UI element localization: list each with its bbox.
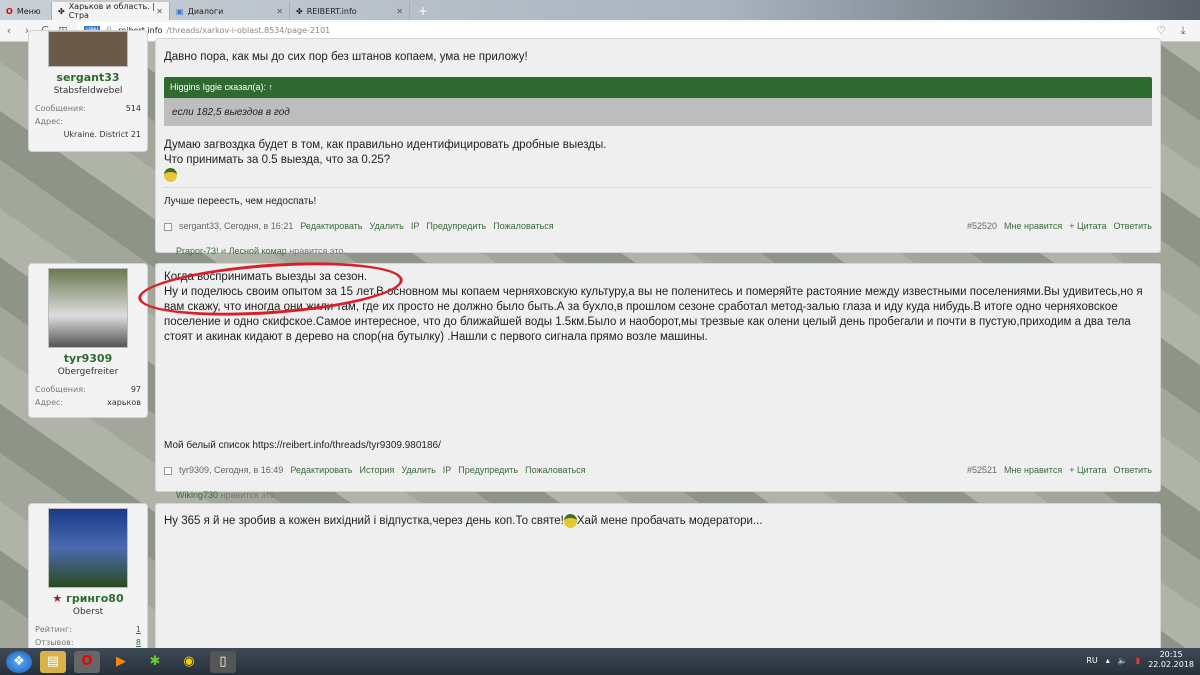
warn-link[interactable]: Предупредить bbox=[426, 219, 486, 234]
username-link[interactable]: ★ гринго80 bbox=[35, 592, 141, 605]
report-link[interactable]: Пожаловаться bbox=[493, 219, 553, 234]
avatar[interactable] bbox=[48, 508, 128, 588]
close-tab-icon[interactable]: ✕ bbox=[396, 7, 403, 16]
site-icon: ✤ bbox=[296, 6, 303, 16]
url-input[interactable]: VPN 🔒 reibert.info/threads/xarkov-i-obla… bbox=[78, 21, 1160, 40]
reply-link[interactable]: Ответить bbox=[1114, 463, 1152, 478]
star-icon: ★ bbox=[52, 592, 63, 605]
windows-taskbar: ❖ ▤ O ▶ ✱ ◉ ▯ RU ▴ 🔈 ▮ 20:15 22.02.2018 bbox=[0, 648, 1200, 675]
stat-row: Адрес: харьков bbox=[35, 398, 141, 407]
browser-tab-bar: O Меню ✤ Харьков и область. | Стра ✕ ▣ Диало… bbox=[0, 0, 1200, 20]
post-number[interactable]: #52521 bbox=[967, 463, 997, 478]
stat-row: Рейтинг: 1 bbox=[35, 625, 141, 634]
ip-link[interactable]: IP bbox=[411, 219, 420, 234]
opera-logo-icon: O bbox=[6, 6, 13, 16]
user-card: tyr9309 Obergefreiter Сообщения: 97 Адрес… bbox=[28, 263, 148, 418]
ip-link[interactable]: IP bbox=[443, 463, 452, 478]
likes-summary: Wiking730 нравится это. bbox=[176, 490, 278, 500]
select-checkbox[interactable] bbox=[164, 222, 172, 231]
like-link[interactable]: Мне нравится bbox=[1004, 463, 1062, 478]
signature: Лучше переесть, чем недоспать! bbox=[164, 187, 1152, 209]
likes-summary: Prapor-73! и Лесной комар нравится это. bbox=[176, 246, 346, 257]
edit-link[interactable]: Редактировать bbox=[300, 219, 362, 234]
post-number[interactable]: #52520 bbox=[967, 219, 997, 234]
username-link[interactable]: tyr9309 bbox=[35, 352, 141, 365]
site-icon: ✤ bbox=[58, 6, 65, 16]
download-icon[interactable]: ⤓ bbox=[1174, 24, 1192, 38]
close-tab-icon[interactable]: ✕ bbox=[276, 7, 283, 16]
stat-row: Сообщения: 97 bbox=[35, 385, 141, 394]
post-message: Давно пора, как мы до сих пор без штанов… bbox=[155, 38, 1161, 256]
winamp-icon[interactable]: ◉ bbox=[176, 651, 202, 673]
stat-row: Адрес: bbox=[35, 117, 64, 126]
language-indicator[interactable]: RU bbox=[1086, 656, 1097, 665]
user-rank: Stabsfeldwebel bbox=[53, 86, 123, 96]
smiley-icon bbox=[164, 168, 177, 182]
post-meta: sergant33, Сегодня, в 16:21 Редактироват… bbox=[164, 219, 1152, 234]
tab-kharkov[interactable]: ✤ Харьков и область. | Стра ✕ bbox=[52, 2, 170, 20]
post-message: Ну 365 я й не зробив а кожен вихідний і … bbox=[155, 503, 1161, 653]
warn-link[interactable]: Предупредить bbox=[458, 463, 518, 478]
user-rank: Oberst bbox=[72, 607, 104, 617]
edit-link[interactable]: Редактировать bbox=[290, 463, 352, 478]
explorer-icon[interactable]: ▤ bbox=[40, 650, 66, 673]
tab-reibert[interactable]: ✤ REIBERT.info ✕ bbox=[290, 2, 410, 20]
user-card: sergant33 Stabsfeldwebel Сообщения: 514 А… bbox=[28, 30, 148, 152]
avatar[interactable] bbox=[48, 31, 128, 67]
signature: Мой белый список https://reibert.info/th… bbox=[164, 440, 441, 451]
start-button-icon[interactable]: ❖ bbox=[6, 650, 32, 673]
media-player-icon[interactable]: ▶ bbox=[108, 651, 134, 673]
back-icon[interactable]: ‹ bbox=[0, 24, 18, 37]
username-link[interactable]: sergant33 bbox=[35, 71, 141, 84]
delete-link[interactable]: Удалить bbox=[370, 219, 404, 234]
new-tab-button[interactable]: + bbox=[412, 2, 434, 20]
system-tray: RU ▴ 🔈 ▮ 20:15 22.02.2018 bbox=[1086, 650, 1194, 670]
chat-icon: ▣ bbox=[176, 6, 184, 16]
quote-link[interactable]: + Цитата bbox=[1069, 219, 1106, 234]
report-link[interactable]: Пожаловаться bbox=[525, 463, 585, 478]
user-card: ★ гринго80 Oberst Рейтинг: 1 Отзывов: 8 bbox=[28, 503, 148, 653]
user-rank: Obergefreiter bbox=[57, 367, 119, 377]
like-link[interactable]: Мне нравится bbox=[1004, 219, 1062, 234]
opera-icon[interactable]: O bbox=[74, 650, 100, 673]
reply-link[interactable]: Ответить bbox=[1114, 219, 1152, 234]
post-meta: tyr9309, Сегодня, в 16:49 Редактировать … bbox=[164, 463, 1152, 478]
avatar[interactable] bbox=[48, 268, 128, 348]
close-tab-icon[interactable]: ✕ bbox=[156, 7, 163, 16]
stat-row: Сообщения: 514 bbox=[35, 104, 141, 113]
volume-icon[interactable]: 🔈 bbox=[1118, 656, 1128, 665]
heart-icon[interactable]: ♡ bbox=[1152, 24, 1170, 37]
quote-body: если 182,5 выездов в год bbox=[164, 98, 1152, 126]
clock[interactable]: 20:15 22.02.2018 bbox=[1148, 650, 1194, 670]
app-icon[interactable]: ✱ bbox=[142, 651, 168, 673]
select-checkbox[interactable] bbox=[164, 466, 172, 475]
opera-menu-button[interactable]: O Меню bbox=[0, 2, 52, 20]
delete-link[interactable]: Удалить bbox=[401, 463, 435, 478]
tab-dialogs[interactable]: ▣ Диалоги ✕ bbox=[170, 2, 290, 20]
history-link[interactable]: История bbox=[360, 463, 395, 478]
smiley-icon bbox=[563, 514, 577, 528]
quote-header[interactable]: Higgins Iggie сказал(а): ↑ bbox=[164, 77, 1152, 98]
tray-expand-icon[interactable]: ▴ bbox=[1106, 656, 1110, 665]
quote-link[interactable]: + Цитата bbox=[1069, 463, 1106, 478]
phone-app-icon[interactable]: ▯ bbox=[210, 650, 236, 673]
network-icon[interactable]: ▮ bbox=[1136, 656, 1140, 665]
